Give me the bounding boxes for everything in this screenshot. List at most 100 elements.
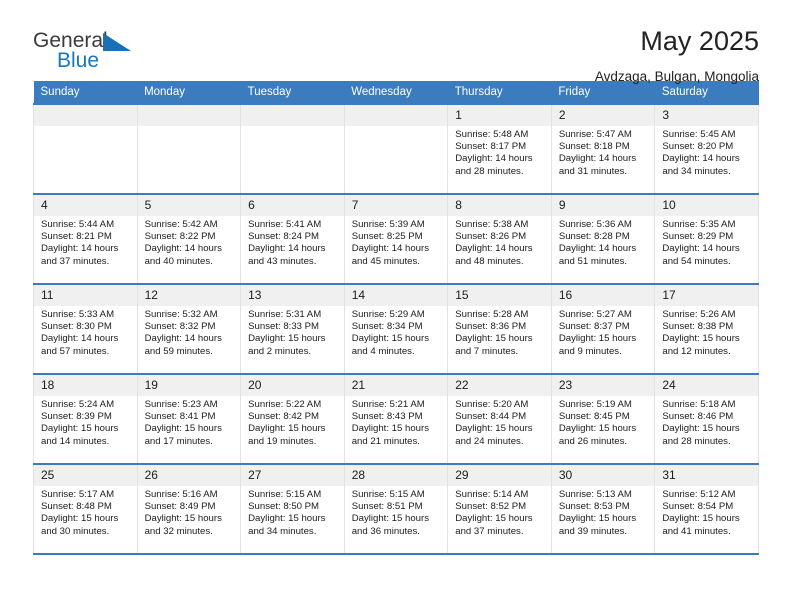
day-info-line: and 14 minutes. [41, 435, 110, 447]
day-sun-info: Sunrise: 5:13 AM Sunset: 8:53 PM Daylight:… [552, 486, 655, 538]
calendar-day-cell[interactable]: 14 Sunrise: 5:29 AM Sunset: 8:34 PM Dayligh… [343, 283, 449, 374]
day-info-line: and 30 minutes. [41, 525, 110, 537]
day-info-line: Sunrise: 5:36 AM [558, 219, 632, 230]
day-info-line: Sunset: 8:21 PM [41, 231, 112, 243]
calendar-day-cell[interactable]: 18 Sunrise: 5:24 AM Sunset: 8:39 PM Dayligh… [33, 373, 138, 464]
day-info-line: Daylight: 15 hours [248, 513, 326, 525]
calendar-day-cell[interactable]: 4 Sunrise: 5:44 AM Sunset: 8:21 PM Daylight… [33, 193, 138, 284]
day-sun-info: Sunrise: 5:36 AM Sunset: 8:28 PM Daylight:… [552, 216, 655, 268]
calendar-page: General Blue May 2025 Avdzaga, Bulgan, M… [0, 0, 792, 612]
day-info-line: Sunrise: 5:33 AM [41, 309, 115, 320]
day-sun-info: Sunrise: 5:39 AM Sunset: 8:25 PM Daylight:… [345, 216, 448, 268]
calendar-day-cell[interactable]: 13 Sunrise: 5:31 AM Sunset: 8:33 PM Dayligh… [240, 283, 345, 374]
day-number: 3 [655, 105, 758, 126]
day-info-line: and 31 minutes. [558, 165, 628, 177]
calendar-empty-cell [33, 103, 138, 194]
calendar-day-cell[interactable]: 6 Sunrise: 5:41 AM Sunset: 8:24 PM Daylight… [240, 193, 345, 284]
day-info-line: Sunset: 8:50 PM [248, 501, 320, 513]
day-info-line: Daylight: 14 hours [558, 243, 637, 255]
day-sun-info: Sunrise: 5:38 AM Sunset: 8:26 PM Daylight:… [448, 216, 551, 268]
calendar-day-cell[interactable]: 27 Sunrise: 5:15 AM Sunset: 8:50 PM Dayligh… [240, 463, 345, 555]
day-info-line: and 7 minutes. [455, 345, 519, 357]
weekday-header-monday: Monday [137, 81, 241, 104]
calendar-day-cell[interactable]: 12 Sunrise: 5:32 AM Sunset: 8:32 PM Dayligh… [136, 283, 242, 374]
day-info-line: Daylight: 14 hours [455, 153, 533, 165]
general-blue-logo[interactable]: General Blue [33, 26, 153, 82]
day-info-line: Daylight: 14 hours [248, 243, 326, 255]
day-info-line: Daylight: 15 hours [662, 513, 740, 525]
calendar-day-cell[interactable]: 29 Sunrise: 5:14 AM Sunset: 8:52 PM Dayligh… [447, 463, 552, 555]
calendar-empty-cell [136, 103, 242, 194]
calendar-day-cell[interactable]: 16 Sunrise: 5:27 AM Sunset: 8:37 PM Dayligh… [550, 283, 656, 374]
day-info-line: and 28 minutes. [662, 435, 731, 447]
calendar-day-cell[interactable]: 31 Sunrise: 5:12 AM Sunset: 8:54 PM Dayligh… [654, 463, 759, 555]
weekday-header-sunday: Sunday [33, 81, 138, 104]
calendar-day-cell[interactable]: 1 Sunrise: 5:48 AM Sunset: 8:17 PM Daylight… [447, 103, 552, 194]
day-info-line: Sunset: 8:20 PM [662, 141, 734, 153]
calendar-day-cell[interactable]: 23 Sunrise: 5:19 AM Sunset: 8:45 PM Dayligh… [550, 373, 656, 464]
day-info-line: Sunrise: 5:45 AM [662, 129, 736, 140]
calendar-day-cell[interactable]: 22 Sunrise: 5:20 AM Sunset: 8:44 PM Dayligh… [447, 373, 552, 464]
day-info-line: Sunset: 8:49 PM [144, 501, 216, 513]
day-number: 17 [655, 285, 758, 306]
day-number: 14 [344, 285, 448, 306]
day-sun-info: Sunrise: 5:35 AM Sunset: 8:29 PM Daylight:… [655, 216, 758, 268]
day-info-line: Sunrise: 5:12 AM [662, 489, 736, 500]
calendar-day-cell[interactable]: 19 Sunrise: 5:23 AM Sunset: 8:41 PM Dayligh… [136, 373, 242, 464]
calendar-day-cell[interactable]: 8 Sunrise: 5:38 AM Sunset: 8:26 PM Daylight… [447, 193, 552, 284]
day-info-line: Sunrise: 5:15 AM [248, 489, 322, 500]
day-sun-info: Sunrise: 5:23 AM Sunset: 8:41 PM Daylight:… [138, 396, 241, 448]
day-number: 2 [551, 105, 655, 126]
calendar-day-cell[interactable]: 2 Sunrise: 5:47 AM Sunset: 8:18 PM Daylight… [550, 103, 656, 194]
day-info-line: Sunrise: 5:20 AM [455, 399, 529, 410]
day-info-line: Sunset: 8:36 PM [455, 321, 527, 333]
day-number: 6 [241, 195, 344, 216]
day-info-line: and 34 minutes. [662, 165, 731, 177]
calendar-day-cell[interactable]: 28 Sunrise: 5:15 AM Sunset: 8:51 PM Dayligh… [343, 463, 449, 555]
day-sun-info: Sunrise: 5:47 AM Sunset: 8:18 PM Daylight:… [552, 126, 655, 178]
calendar-day-cell[interactable]: 26 Sunrise: 5:16 AM Sunset: 8:49 PM Dayligh… [136, 463, 242, 555]
day-info-line: Sunset: 8:44 PM [455, 411, 527, 423]
day-number: 13 [241, 285, 344, 306]
day-info-line: Daylight: 14 hours [41, 333, 119, 345]
calendar-day-cell[interactable]: 21 Sunrise: 5:21 AM Sunset: 8:43 PM Dayligh… [343, 373, 449, 464]
day-info-line: and 40 minutes. [144, 255, 213, 267]
day-info-line: and 48 minutes. [455, 255, 524, 267]
day-info-line: Daylight: 15 hours [558, 513, 637, 525]
calendar-day-cell[interactable]: 11 Sunrise: 5:33 AM Sunset: 8:30 PM Dayligh… [33, 283, 138, 374]
day-number: 19 [137, 375, 241, 396]
calendar-day-cell[interactable]: 10 Sunrise: 5:35 AM Sunset: 8:29 PM Dayligh… [654, 193, 759, 284]
day-info-line: and 4 minutes. [351, 345, 415, 357]
day-info-line: and 45 minutes. [351, 255, 420, 267]
day-info-line: Sunset: 8:52 PM [455, 501, 527, 513]
day-info-line: Sunrise: 5:21 AM [351, 399, 425, 410]
day-info-line: Daylight: 14 hours [351, 243, 430, 255]
location-subtitle: Avdzaga, Bulgan, Mongolia [594, 69, 759, 84]
calendar-day-cell[interactable]: 30 Sunrise: 5:13 AM Sunset: 8:53 PM Dayligh… [550, 463, 656, 555]
day-info-line: Daylight: 15 hours [41, 513, 119, 525]
day-info-line: Daylight: 15 hours [455, 423, 533, 435]
calendar-week-row: 11 Sunrise: 5:33 AM Sunset: 8:30 PM Dayligh… [33, 283, 759, 374]
calendar-day-cell[interactable]: 25 Sunrise: 5:17 AM Sunset: 8:48 PM Dayligh… [33, 463, 138, 555]
day-number: 24 [655, 375, 758, 396]
day-info-line: Sunrise: 5:28 AM [455, 309, 529, 320]
day-info-line: Sunrise: 5:32 AM [144, 309, 218, 320]
calendar-day-cell[interactable]: 5 Sunrise: 5:42 AM Sunset: 8:22 PM Daylight… [136, 193, 242, 284]
calendar-day-cell[interactable]: 20 Sunrise: 5:22 AM Sunset: 8:42 PM Dayligh… [240, 373, 345, 464]
day-info-line: Sunset: 8:22 PM [144, 231, 216, 243]
day-sun-info: Sunrise: 5:19 AM Sunset: 8:45 PM Daylight:… [552, 396, 655, 448]
calendar-day-cell[interactable]: 3 Sunrise: 5:45 AM Sunset: 8:20 PM Daylight… [654, 103, 759, 194]
day-info-line: and 36 minutes. [351, 525, 420, 537]
calendar-day-cell[interactable]: 15 Sunrise: 5:28 AM Sunset: 8:36 PM Dayligh… [447, 283, 552, 374]
day-info-line: Sunrise: 5:16 AM [144, 489, 218, 500]
calendar-day-cell[interactable]: 7 Sunrise: 5:39 AM Sunset: 8:25 PM Daylight… [343, 193, 449, 284]
day-info-line: Sunrise: 5:44 AM [41, 219, 115, 230]
calendar-day-cell[interactable]: 9 Sunrise: 5:36 AM Sunset: 8:28 PM Daylight… [550, 193, 656, 284]
day-info-line: Sunrise: 5:31 AM [248, 309, 322, 320]
day-sun-info: Sunrise: 5:20 AM Sunset: 8:44 PM Daylight:… [448, 396, 551, 448]
weekday-header-tuesday: Tuesday [240, 81, 345, 104]
calendar-day-cell[interactable]: 17 Sunrise: 5:26 AM Sunset: 8:38 PM Dayligh… [654, 283, 759, 374]
calendar-day-cell[interactable]: 24 Sunrise: 5:18 AM Sunset: 8:46 PM Dayligh… [654, 373, 759, 464]
day-sun-info: Sunrise: 5:15 AM Sunset: 8:50 PM Daylight:… [241, 486, 344, 538]
day-info-line: Daylight: 15 hours [144, 423, 222, 435]
